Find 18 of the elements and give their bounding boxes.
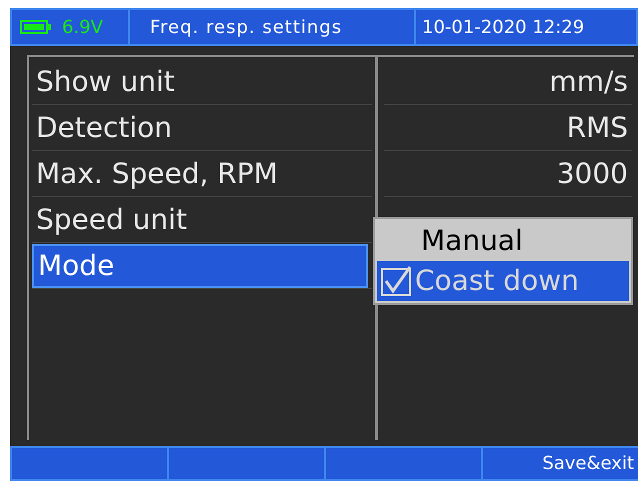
setting-value: 3000 <box>556 156 628 192</box>
softkey-button[interactable] <box>324 446 481 481</box>
setting-label[interactable]: Show unit <box>32 60 175 104</box>
setting-label[interactable]: Mode <box>32 244 368 288</box>
setting-value: RMS <box>566 110 628 146</box>
softkey-button[interactable]: Save&exit <box>481 446 638 481</box>
dropdown-option[interactable]: Manual <box>377 221 629 261</box>
setting-label[interactable]: Max. Speed, RPM <box>32 152 278 196</box>
battery-icon <box>20 19 52 35</box>
setting-label[interactable]: Detection <box>32 106 172 150</box>
screen-title: Freq. resp. settings <box>150 16 342 40</box>
battery-voltage: 6.9V <box>62 16 103 40</box>
dropdown-option[interactable]: Coast down <box>377 261 629 301</box>
softkey-button[interactable] <box>10 446 167 481</box>
softkey-button[interactable] <box>167 446 324 481</box>
setting-value: mm/s <box>549 64 628 100</box>
date-time: 10-01-2020 12:29 <box>422 16 584 40</box>
setting-label[interactable]: Speed unit <box>32 198 187 242</box>
